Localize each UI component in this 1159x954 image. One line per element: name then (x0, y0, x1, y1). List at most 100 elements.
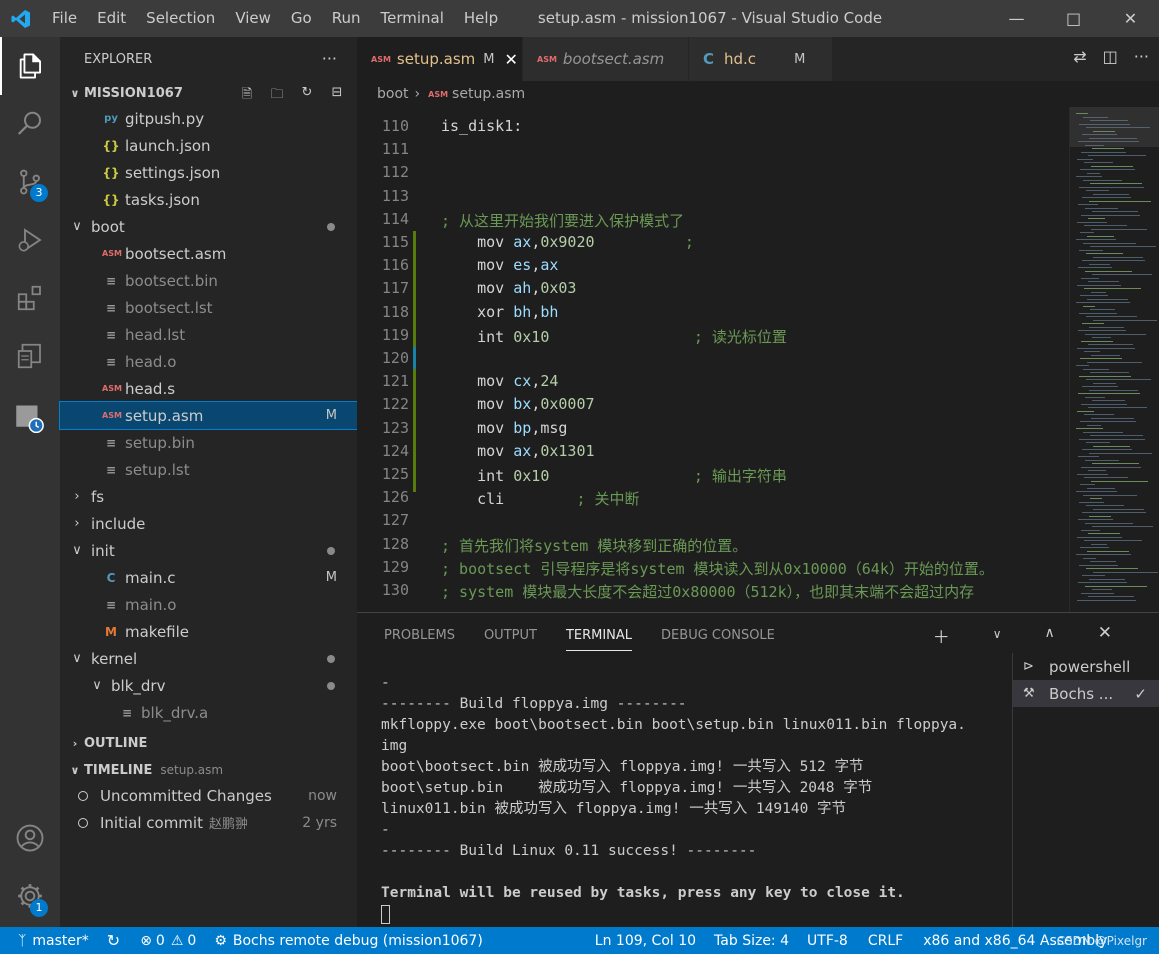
menu-item-terminal[interactable]: Terminal (371, 0, 454, 37)
error-count[interactable]: 0 (156, 933, 165, 949)
explorer-icon[interactable] (0, 37, 60, 95)
tab-hd-c[interactable]: Chd.c M (689, 37, 833, 81)
git-branch[interactable]: master* (32, 933, 88, 949)
debug-config[interactable]: Bochs remote debug (mission1067) (233, 933, 483, 949)
tree-item-head-s[interactable]: ASM head.s (60, 375, 357, 402)
tree-item-fs[interactable]: › fs (60, 483, 357, 510)
vscode-logo-icon[interactable] (0, 0, 42, 37)
menu-item-go[interactable]: Go (281, 0, 322, 37)
panel-tab-output[interactable]: OUTPUT (484, 628, 537, 643)
remote-explorer-icon[interactable] (0, 327, 60, 385)
menu-item-file[interactable]: File (42, 0, 87, 37)
new-file-icon[interactable]: 🗎 (237, 85, 257, 103)
cursor-position[interactable]: Ln 109, Col 10 (595, 933, 696, 949)
code-line[interactable]: ; bootsect 引导程序是将system 模块读入到从0x10000（64… (441, 558, 994, 579)
tree-item-gitpush-py[interactable]: py gitpush.py (60, 105, 357, 132)
tree-item-kernel[interactable]: ∨ kernel (60, 645, 357, 672)
more-actions-icon[interactable]: ··· (1134, 47, 1149, 66)
tree-item-blk-drv-a[interactable]: ≡ blk_drv.a (60, 699, 357, 726)
timeline-icon[interactable] (0, 389, 60, 447)
tree-item-main-o[interactable]: ≡ main.o (60, 591, 357, 618)
minimap[interactable] (1069, 107, 1159, 612)
code-line[interactable]: xor bh,bh (441, 303, 558, 321)
close-window-button[interactable]: ✕ (1102, 0, 1159, 37)
code-line[interactable]: cli ; 关中断 (441, 488, 639, 509)
panel-tab-problems[interactable]: PROBLEMS (384, 628, 455, 643)
tree-item-launch-json[interactable]: {} launch.json (60, 132, 357, 159)
split-editor-icon[interactable]: ◫ (1103, 47, 1118, 66)
compare-changes-icon[interactable]: ⇄ (1073, 47, 1086, 66)
tree-item-bootsect-lst[interactable]: ≡ bootsect.lst (60, 294, 357, 321)
new-folder-icon[interactable]: 🗀 (267, 85, 287, 103)
tree-item-setup-bin[interactable]: ≡ setup.bin (60, 429, 357, 456)
timeline-item[interactable]: Uncommitted Changes now (60, 782, 357, 809)
menu-item-selection[interactable]: Selection (136, 0, 225, 37)
refresh-icon[interactable]: ↻ (297, 85, 317, 103)
tree-item-tasks-json[interactable]: {} tasks.json (60, 186, 357, 213)
code-line[interactable]: mov cx,24 (441, 372, 558, 390)
terminal-item[interactable]: ⊳ powershell (1013, 653, 1159, 680)
code-line[interactable]: mov bp,msg (441, 419, 567, 437)
tree-item-main-c[interactable]: Cmain.c M (60, 564, 357, 591)
code-editor[interactable]: 110 is_disk1: 111 112 113 114 ; 从这里开始我们要进入保护模式… (357, 107, 1067, 612)
chevron-down-icon[interactable]: ∨ (993, 627, 1002, 648)
code-line[interactable]: ; system 模块最大长度不会超过0x80000（512k），也即其末端不会… (441, 581, 974, 602)
warning-count[interactable]: 0 (187, 933, 196, 949)
code-line[interactable]: ; 从这里开始我们要进入保护模式了 (441, 210, 684, 231)
code-line[interactable]: mov bx,0x0007 (441, 395, 594, 413)
menu-item-edit[interactable]: Edit (87, 0, 136, 37)
outline-section-header[interactable]: › OUTLINE (60, 731, 357, 755)
minimap-slider[interactable] (1070, 107, 1159, 147)
code-line[interactable]: mov es,ax (441, 256, 558, 274)
code-line[interactable]: int 0x10 ; 读光标位置 (441, 326, 787, 347)
tree-item-head-lst[interactable]: ≡ head.lst (60, 321, 357, 348)
tree-item-blk-drv[interactable]: ∨ blk_drv (60, 672, 357, 699)
tree-item-boot[interactable]: ∨ boot (60, 213, 357, 240)
tree-item-bootsect-asm[interactable]: ASM bootsect.asm (60, 240, 357, 267)
run-debug-icon[interactable] (0, 211, 60, 269)
project-section-header[interactable]: ∨ MISSION1067 🗎 🗀 ↻ ⊟ (60, 81, 357, 105)
tree-item-include[interactable]: › include (60, 510, 357, 537)
code-line[interactable]: ; 首先我们将system 模块移到正确的位置。 (441, 535, 747, 556)
tree-item-setup-lst[interactable]: ≡ setup.lst (60, 456, 357, 483)
panel-tab-terminal[interactable]: TERMINAL (565, 628, 633, 651)
sync-icon[interactable]: ↻ (107, 931, 120, 950)
tab-bootsect-asm[interactable]: ASM bootsect.asm (523, 37, 689, 81)
encoding[interactable]: UTF-8 (807, 933, 848, 949)
breadcrumb-file[interactable]: setup.asm (452, 86, 525, 102)
code-line[interactable]: mov ah,0x03 (441, 279, 576, 297)
code-line[interactable]: mov ax,0x9020 ; (441, 233, 694, 251)
terminal-output[interactable]: - -------- Build floppya.img -------- mkfl… (381, 673, 1001, 925)
tree-item-settings-json[interactable]: {} settings.json (60, 159, 357, 186)
timeline-item[interactable]: Initial commit 赵鹏翀 2 yrs (60, 809, 357, 836)
tree-item-head-o[interactable]: ≡ head.o (60, 348, 357, 375)
menu-item-run[interactable]: Run (322, 0, 371, 37)
tab-size[interactable]: Tab Size: 4 (714, 933, 789, 949)
code-line[interactable]: mov ax,0x1301 (441, 442, 594, 460)
tree-item-setup-asm[interactable]: ASM setup.asm M (59, 401, 358, 430)
timeline-section-header[interactable]: ∨ TIMELINE setup.asm (60, 758, 357, 782)
menu-item-view[interactable]: View (225, 0, 281, 37)
collapse-all-icon[interactable]: ⊟ (327, 85, 347, 103)
tab-setup-asm[interactable]: ASM setup.asm M ✕ (357, 37, 523, 81)
new-terminal-icon[interactable]: ＋ (933, 623, 950, 648)
extensions-icon[interactable] (0, 269, 60, 327)
tree-item-bootsect-bin[interactable]: ≡ bootsect.bin (60, 267, 357, 294)
minimize-button[interactable]: — (988, 0, 1045, 37)
maximize-panel-icon[interactable]: ∧ (1045, 625, 1055, 648)
more-actions-icon[interactable]: ··· (322, 49, 337, 68)
tree-item-makefile[interactable]: Mmakefile (60, 618, 357, 645)
maximize-button[interactable]: □ (1045, 0, 1102, 37)
line-ending[interactable]: CRLF (868, 933, 903, 949)
breadcrumb-folder[interactable]: boot (377, 86, 409, 102)
source-control-icon[interactable]: 3 (0, 153, 60, 211)
search-icon[interactable] (0, 95, 60, 153)
code-line[interactable]: int 0x10 ; 输出字符串 (441, 465, 787, 486)
settings-gear-icon[interactable]: 1 (0, 867, 60, 925)
account-icon[interactable] (0, 809, 60, 867)
close-panel-icon[interactable]: ✕ (1098, 623, 1112, 648)
terminal-item[interactable]: ⚒ Bochs ... ✓ (1013, 680, 1159, 707)
tree-item-init[interactable]: ∨ init (60, 537, 357, 564)
code-line[interactable]: is_disk1: (441, 117, 522, 135)
panel-tab-debug-console[interactable]: DEBUG CONSOLE (661, 628, 775, 643)
